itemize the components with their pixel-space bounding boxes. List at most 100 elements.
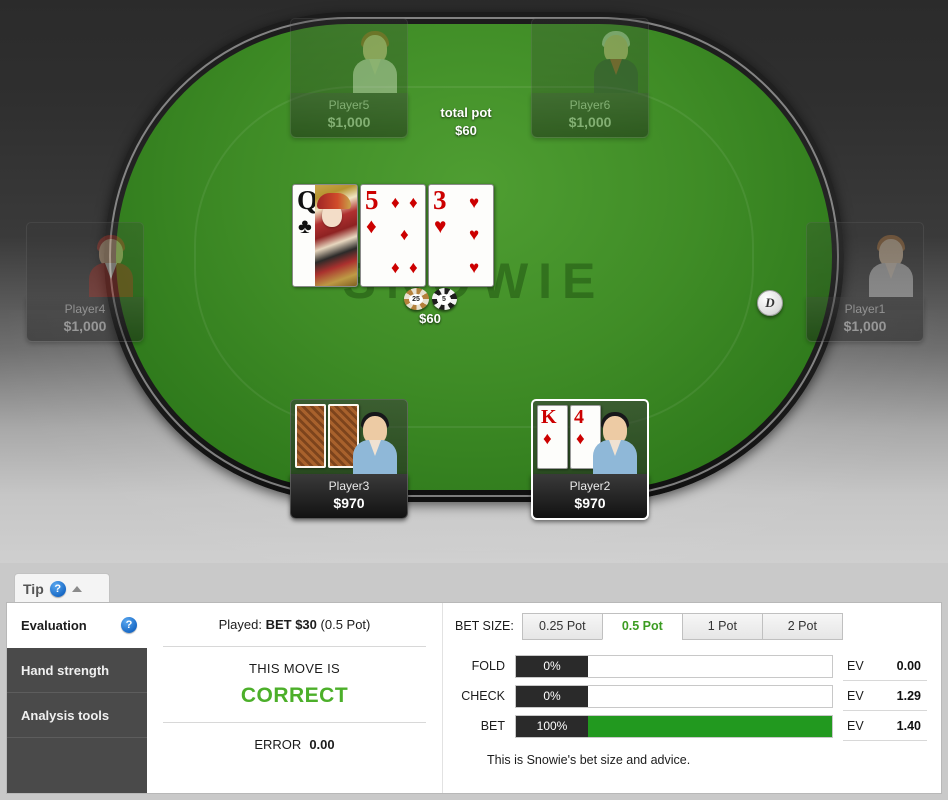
seat-player3-nameplate: Player3 $970	[290, 474, 408, 519]
move-label: THIS MOVE IS	[248, 661, 340, 676]
seat-player4[interactable]: Player4 $1,000	[26, 222, 144, 342]
action-label-check: CHECK	[461, 689, 505, 703]
ev-value-check: 1.29	[896, 688, 921, 703]
seat-player6[interactable]: Player6 $1,000	[531, 18, 649, 138]
verdict-text: CORRECT	[240, 684, 349, 707]
played-line: Played: BET $30 (0.5 Pot)	[219, 617, 371, 632]
help-icon[interactable]: ?	[121, 617, 137, 633]
seat-player2-nameplate: Player2 $970	[531, 474, 649, 520]
board-card-2-rank: 5	[365, 185, 379, 215]
nav-item-evaluation-label: Evaluation	[21, 617, 87, 633]
seat-player3[interactable]: Player3 $970	[290, 399, 408, 519]
action-bar-fold: 0%	[515, 654, 833, 678]
seat-player3-box	[290, 399, 408, 474]
tip-tab-label: Tip	[23, 580, 44, 597]
nav-filler	[7, 738, 147, 783]
bet-size-tab-2-pot[interactable]: 2 Pot	[761, 613, 843, 640]
seat-player1-name: Player1	[844, 302, 886, 316]
seat-player4-stack: $1,000	[63, 318, 107, 334]
total-pot-display: total pot $60	[406, 104, 526, 140]
pip: ♦	[409, 193, 418, 212]
ev-cell-fold: EV 0.00	[843, 652, 927, 681]
action-percent-bet: 100%	[516, 715, 588, 737]
seat-player2-name: Player2	[569, 479, 611, 493]
seat-player3-stack: $970	[333, 495, 365, 511]
seat-player5-name: Player5	[328, 98, 370, 112]
action-label-fold: FOLD	[471, 659, 505, 673]
seat-player1[interactable]: Player1 $1,000	[806, 222, 924, 342]
board-card-2-suit: ♦	[366, 215, 377, 238]
avatar-player3	[349, 406, 401, 474]
pot-chip-stack: 25 5 $60	[398, 288, 462, 326]
bet-column: BET SIZE: 0.25 Pot 0.5 Pot 1 Pot 2 Pot F…	[443, 603, 941, 793]
ev-cell-bet: EV 1.40	[843, 712, 927, 741]
nav-item-hand-strength[interactable]: Hand strength	[7, 648, 147, 693]
total-pot-label: total pot	[440, 105, 492, 120]
seat-player3-name: Player3	[328, 479, 370, 493]
action-row-bet: BET 100% EV 1.40	[455, 711, 927, 741]
evaluation-panel: Evaluation ? Hand strength Analysis tool…	[6, 602, 942, 794]
action-frequency-bars: FOLD 0% EV 0.00 CHECK 0% EV 1.29 BET 100…	[455, 651, 927, 741]
chip-25-value: 25	[409, 293, 423, 305]
seat-player6-nameplate: Player6 $1,000	[531, 93, 649, 138]
avatar-player5	[349, 25, 401, 93]
seat-player6-box	[531, 18, 649, 93]
seat-player1-box	[806, 222, 924, 297]
player2-card-2-suit: ♦	[576, 429, 585, 448]
avatar-player4	[85, 229, 137, 297]
error-label: ERROR	[254, 737, 302, 752]
board-card-2: 5 ♦ ♦ ♦ ♦ ♦ ♦	[360, 184, 426, 287]
seat-player1-nameplate: Player1 $1,000	[806, 297, 924, 342]
avatar-player1	[865, 229, 917, 297]
seat-player1-stack: $1,000	[843, 318, 887, 334]
bet-size-tab-0-25-pot[interactable]: 0.25 Pot	[521, 613, 603, 640]
seat-player5[interactable]: Player5 $1,000	[290, 18, 408, 138]
action-row-check: CHECK 0% EV 1.29	[455, 681, 927, 711]
pip: ♥	[469, 225, 480, 244]
evaluation-column: Played: BET $30 (0.5 Pot) THIS MOVE IS C…	[147, 603, 443, 793]
chip-5: 5	[431, 288, 457, 310]
ev-tag: EV	[847, 658, 864, 673]
divider	[163, 646, 426, 647]
player2-card-2-rank: 4	[574, 406, 584, 428]
community-cards: Q ♣ 5 ♦ ♦ ♦ ♦ ♦ ♦ 3 ♥ ♥ ♥ ♥	[292, 184, 494, 287]
nav-item-evaluation[interactable]: Evaluation ?	[7, 603, 161, 648]
nav-item-analysis-tools[interactable]: Analysis tools	[7, 693, 147, 738]
help-icon[interactable]: ?	[49, 580, 66, 597]
ev-tag: EV	[847, 718, 864, 733]
ev-value-bet: 1.40	[896, 718, 921, 733]
divider	[163, 722, 426, 723]
board-card-1-suit: ♣	[298, 215, 312, 238]
seat-player2-box: K ♦ 4 ♦	[531, 399, 649, 474]
error-line: ERROR 0.00	[254, 737, 334, 752]
board-card-1: Q ♣	[292, 184, 358, 287]
played-suffix: (0.5 Pot)	[316, 617, 371, 632]
bottom-panel-area: Tip ? Evaluation ? Hand strength Analysi…	[0, 563, 948, 800]
pip: ♦	[391, 193, 400, 212]
player3-card-1-back	[295, 404, 326, 468]
chevron-up-icon[interactable]	[71, 585, 82, 592]
avatar-player2	[589, 406, 641, 474]
board-card-3: 3 ♥ ♥ ♥ ♥	[428, 184, 494, 287]
board-card-3-suit: ♥	[434, 215, 447, 238]
panel-nav: Evaluation ? Hand strength Analysis tool…	[7, 603, 161, 793]
seat-player2[interactable]: K ♦ 4 ♦ Player2 $970	[531, 399, 649, 520]
player2-card-1-suit: ♦	[543, 429, 552, 448]
played-prefix: Played:	[218, 617, 266, 632]
error-value: 0.00	[309, 737, 335, 752]
action-fill-bet	[588, 715, 832, 737]
nav-item-hand-strength-label: Hand strength	[21, 662, 110, 678]
player2-card-1-rank: K	[541, 406, 557, 428]
avatar-player6	[590, 25, 642, 93]
total-pot-value: $60	[455, 123, 477, 138]
seat-player5-stack: $1,000	[327, 114, 371, 130]
pip: ♦	[409, 258, 418, 277]
pot-chips-amount: $60	[419, 311, 441, 326]
player2-card-1: K ♦	[537, 405, 568, 469]
tip-tab[interactable]: Tip ?	[14, 573, 110, 603]
chip-5-value: 5	[437, 293, 451, 305]
bet-size-tab-1-pot[interactable]: 1 Pot	[681, 613, 763, 640]
ev-value-fold: 0.00	[896, 658, 921, 673]
pip: ♦	[391, 258, 400, 277]
bet-size-tab-0-5-pot[interactable]: 0.5 Pot	[601, 613, 683, 640]
